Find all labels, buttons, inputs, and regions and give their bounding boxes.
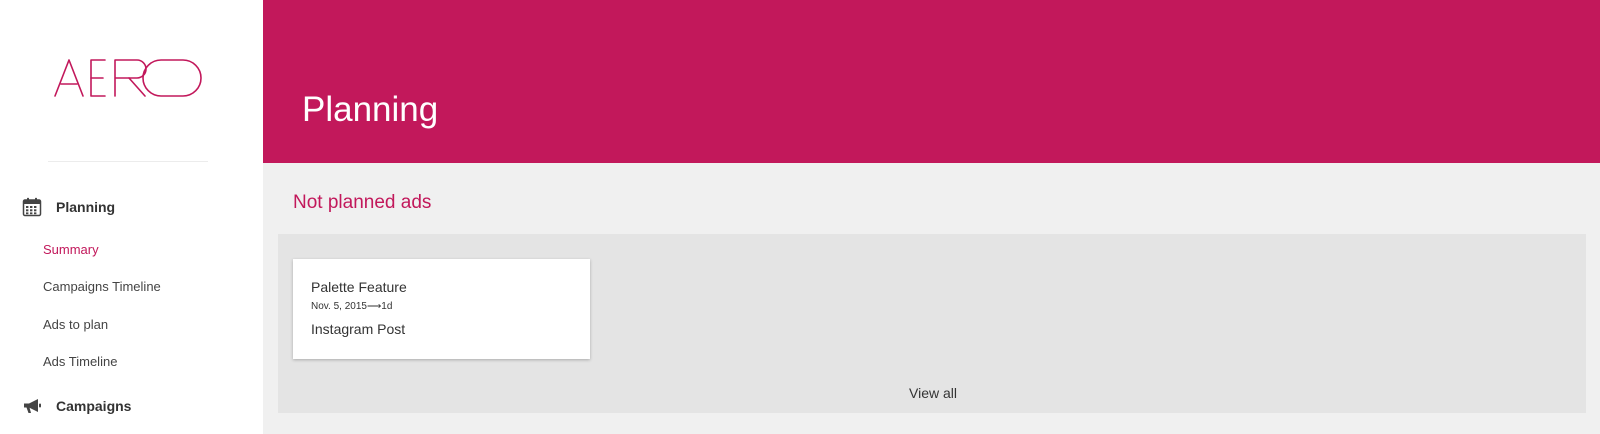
sidebar-divider (48, 161, 208, 162)
sidebar-section-label: Campaigns (56, 398, 132, 414)
sidebar-section-planning[interactable]: Planning (22, 195, 115, 219)
view-all-link[interactable]: View all (909, 385, 957, 401)
sidebar-item-ads-to-plan[interactable]: Ads to plan (43, 317, 108, 332)
ad-card-title: Palette Feature (311, 279, 407, 295)
calendar-icon (22, 197, 42, 217)
sidebar-item-ads-timeline[interactable]: Ads Timeline (43, 354, 117, 369)
sidebar-section-campaigns[interactable]: Campaigns (22, 394, 131, 418)
aero-logo-mark (54, 59, 202, 97)
sidebar: Planning Summary Campaigns Timeline Ads … (0, 0, 263, 434)
sidebar-section-label: Planning (56, 199, 116, 215)
sidebar-item-summary[interactable]: Summary (43, 242, 99, 257)
section-title: Not planned ads (293, 192, 432, 213)
aero-logo[interactable] (53, 56, 203, 100)
megaphone-icon (22, 396, 42, 416)
sidebar-item-campaigns-timeline[interactable]: Campaigns Timeline (43, 279, 161, 294)
page-header: Planning (263, 0, 1600, 163)
ad-card-meta: Nov. 5, 2015⟶1d (311, 301, 393, 312)
ad-card[interactable]: Palette Feature Nov. 5, 2015⟶1d Instagra… (293, 259, 590, 359)
ad-card-type: Instagram Post (311, 321, 406, 337)
page-title: Planning (302, 90, 439, 129)
